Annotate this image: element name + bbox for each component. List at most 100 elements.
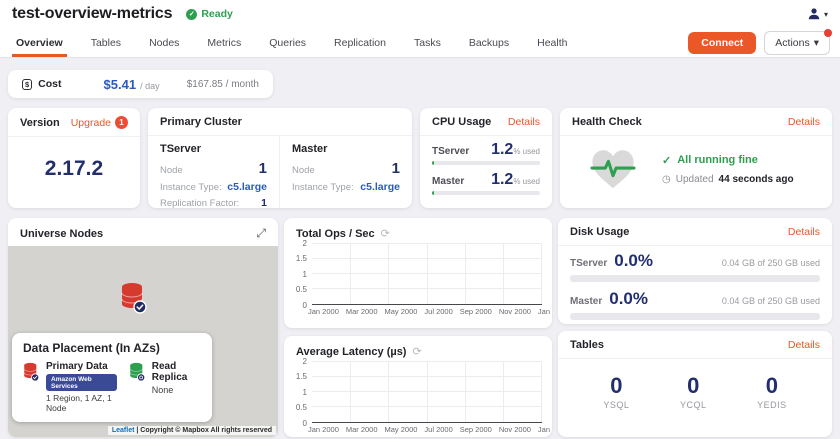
clock-icon: ◷ <box>662 174 671 185</box>
x-tick: Sep 2000 <box>460 307 492 316</box>
master-heading: Master <box>292 143 400 155</box>
table-stat: 0 YCQL <box>680 373 707 410</box>
health-check-card: Health Check Details ✓ All running fine … <box>560 108 832 208</box>
row-label: Replication Factor: <box>160 198 239 208</box>
upgrade-count-badge: 1 <box>115 116 128 129</box>
tab-nodes[interactable]: Nodes <box>135 28 193 57</box>
status-badge: ✓ Ready <box>186 8 233 20</box>
x-tick: Jan <box>538 307 550 316</box>
row-label: Node <box>292 165 315 176</box>
upgrade-label: Upgrade <box>71 117 111 129</box>
tab-bar: Overview Tables Nodes Metrics Queries Re… <box>0 28 840 58</box>
info-row: Node 1 <box>160 160 267 177</box>
tab-tables[interactable]: Tables <box>77 28 135 57</box>
cpu-row-value: 1.2% used <box>491 141 540 159</box>
cost-bar: $ Cost $5.41 / day $167.85 / month <box>8 70 273 98</box>
row-value: 1 <box>261 197 267 208</box>
status-text: Ready <box>201 8 233 20</box>
disk-row-detail: 0.04 GB of 250 GB used <box>722 258 820 268</box>
health-details-link[interactable]: Details <box>788 116 820 128</box>
disk-progress-track <box>570 275 820 282</box>
cpu-details-link[interactable]: Details <box>508 116 540 128</box>
refresh-icon[interactable]: ⟳ <box>381 227 390 240</box>
row-label: Node <box>160 165 183 176</box>
x-tick: Jul 2000 <box>424 307 452 316</box>
disk-row: Master 0.0% 0.04 GB of 250 GB used <box>570 289 820 320</box>
map-attribution: Leaflet | Copyright © Mapbox All rights … <box>108 426 276 435</box>
updated-label: Updated <box>676 174 714 185</box>
node-marker-icon[interactable] <box>120 282 148 314</box>
health-status-text: All running fine <box>677 154 758 166</box>
disk-row-value: 0.0% <box>609 289 648 309</box>
cost-day-suffix: / day <box>140 81 160 91</box>
y-axis-labels: 2 1.5 1 0.5 0 <box>290 243 312 305</box>
avg-latency-chart-card: Average Latency (µs) ⟳ 2 1.5 1 0.5 0 Jan… <box>284 336 552 437</box>
x-tick: Jan 2000 <box>308 425 339 434</box>
tab-replication[interactable]: Replication <box>320 28 400 57</box>
total-ops-chart-card: Total Ops / Sec ⟳ 2 1.5 1 0.5 0 Jan 2000… <box>284 218 552 328</box>
disk-row-value: 0.0% <box>614 251 653 271</box>
x-tick: May 2000 <box>385 307 418 316</box>
x-tick: Sep 2000 <box>460 425 492 434</box>
x-tick: Jul 2000 <box>424 425 452 434</box>
disk-usage-card: Disk Usage Details TServer 0.0% 0.04 GB … <box>558 218 832 324</box>
health-check-title: Health Check <box>572 116 642 128</box>
y-axis-labels: 2 1.5 1 0.5 0 <box>290 361 312 423</box>
tab-backups[interactable]: Backups <box>455 28 523 57</box>
expand-icon[interactable]: ⤢ <box>256 226 266 241</box>
refresh-icon[interactable]: ⟳ <box>412 345 421 358</box>
chart-plot-area <box>312 243 542 305</box>
cpu-progress-fill <box>432 191 434 195</box>
tables-details-link[interactable]: Details <box>788 339 820 351</box>
updated-value: 44 seconds ago <box>719 174 794 185</box>
disk-row-label: TServer <box>570 258 607 269</box>
x-tick: Nov 2000 <box>499 425 531 434</box>
tab-tasks[interactable]: Tasks <box>400 28 455 57</box>
check-circle-icon: ✓ <box>186 9 197 20</box>
x-tick: Nov 2000 <box>499 307 531 316</box>
cpu-progress-track <box>432 161 540 165</box>
cpu-row: Master 1.2% used <box>432 171 540 189</box>
stat-label: YEDIS <box>757 400 787 410</box>
version-card: Version Upgrade 1 2.17.2 <box>8 108 140 208</box>
nodes-map[interactable]: Data Placement (In AZs) Primary Data <box>8 246 278 437</box>
row-value: 1 <box>392 160 400 177</box>
page-title: test-overview-metrics <box>12 5 172 23</box>
heartbeat-icon <box>590 148 636 190</box>
cpu-row: TServer 1.2% used <box>432 141 540 159</box>
data-placement-title: Data Placement (In AZs) <box>23 341 201 355</box>
tab-queries[interactable]: Queries <box>255 28 320 57</box>
disk-details-link[interactable]: Details <box>788 226 820 238</box>
info-row: Replication Factor: 1 <box>160 197 267 208</box>
universe-nodes-title: Universe Nodes <box>20 228 103 240</box>
cost-per-day: $5.41 / day <box>104 77 160 92</box>
tab-health[interactable]: Health <box>523 28 581 57</box>
read-replica-value: None <box>152 385 201 395</box>
leaflet-link[interactable]: Leaflet <box>112 427 135 434</box>
row-value: 1 <box>259 160 267 177</box>
master-column: Master Node 1 Instance Type: c5.large <box>280 136 412 208</box>
connect-button[interactable]: Connect <box>688 32 756 54</box>
x-axis-labels: Jan 2000 Mar 2000 May 2000 Jul 2000 Sep … <box>284 423 552 434</box>
cpu-value-number: 1.2 <box>491 141 513 158</box>
disk-row: TServer 0.0% 0.04 GB of 250 GB used <box>570 251 820 282</box>
cost-day-value: $5.41 <box>104 77 137 92</box>
table-stat: 0 YEDIS <box>757 373 787 410</box>
cpu-value-number: 1.2 <box>491 171 513 188</box>
actions-dropdown-button[interactable]: Actions ▾ <box>764 31 830 55</box>
disk-row-label: Master <box>570 296 602 307</box>
tserver-column: TServer Node 1 Instance Type: c5.large R… <box>148 136 280 208</box>
cpu-value-suffix: % used <box>513 147 540 156</box>
avg-latency-title: Average Latency (µs) <box>296 346 406 358</box>
tab-metrics[interactable]: Metrics <box>193 28 255 57</box>
user-menu[interactable]: ▾ <box>807 7 828 21</box>
x-tick: Mar 2000 <box>346 425 378 434</box>
total-ops-title: Total Ops / Sec <box>296 228 375 240</box>
tab-overview[interactable]: Overview <box>2 28 77 57</box>
check-icon: ✓ <box>662 154 671 167</box>
cpu-row-label: TServer <box>432 146 469 157</box>
upgrade-link[interactable]: Upgrade 1 <box>71 116 128 129</box>
stat-label: YCQL <box>680 400 707 410</box>
universe-nodes-card: Universe Nodes ⤢ Data Placement (In AZs) <box>8 218 278 437</box>
user-icon <box>807 7 821 21</box>
